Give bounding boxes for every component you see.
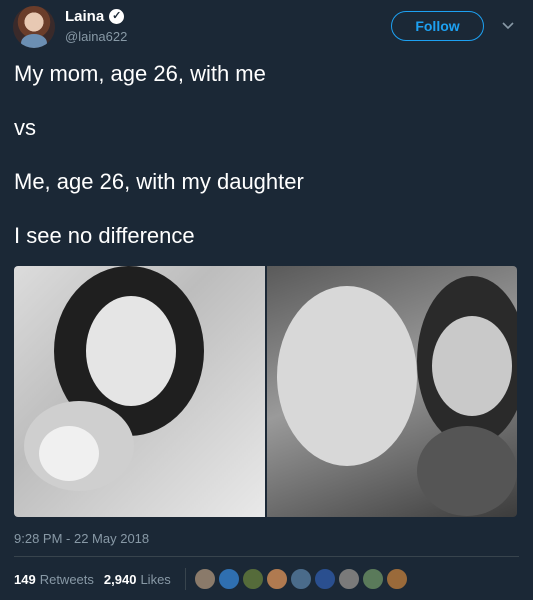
liker-avatar[interactable] (265, 568, 288, 590)
author-handle[interactable]: @laina622 (65, 29, 127, 44)
tweet-media (14, 266, 517, 517)
author-name[interactable]: Laina (65, 8, 104, 25)
photo-daughter[interactable] (266, 266, 517, 517)
divider (14, 556, 519, 557)
liker-avatar[interactable] (241, 568, 264, 590)
photo-mother-baby[interactable] (14, 266, 265, 517)
tweet-line: Me, age 26, with my daughter (14, 169, 304, 194)
liker-avatars (193, 568, 410, 590)
chevron-down-icon[interactable] (501, 18, 515, 32)
follow-button[interactable]: Follow (391, 11, 484, 41)
tweet-line: vs (14, 115, 36, 140)
tweet-line: I see no difference (14, 223, 195, 248)
tweet-text: My mom, age 26, with me vs Me, age 26, w… (14, 60, 519, 276)
liker-avatar[interactable] (289, 568, 312, 590)
verified-badge-icon: ✓ (109, 9, 125, 24)
retweets-label[interactable]: Retweets (40, 572, 94, 587)
liker-avatar[interactable] (313, 568, 336, 590)
engagement-stats: 149 Retweets 2,940 Likes (14, 568, 410, 590)
retweets-count[interactable]: 149 (14, 572, 36, 587)
author-avatar[interactable] (13, 6, 55, 48)
tweet-line: My mom, age 26, with me (14, 61, 266, 86)
liker-avatar[interactable] (193, 568, 216, 590)
liker-avatar[interactable] (217, 568, 240, 590)
liker-avatar[interactable] (361, 568, 384, 590)
liker-avatar[interactable] (337, 568, 360, 590)
author-name-row[interactable]: Laina ✓ (65, 8, 125, 25)
likes-count[interactable]: 2,940 (104, 572, 137, 587)
tweet-timestamp[interactable]: 9:28 PM - 22 May 2018 (14, 531, 149, 546)
liker-avatar[interactable] (385, 568, 408, 590)
stats-divider (184, 568, 186, 590)
likes-label[interactable]: Likes (140, 572, 170, 587)
tweet-header: Laina ✓ @laina622 Follow (0, 0, 533, 52)
